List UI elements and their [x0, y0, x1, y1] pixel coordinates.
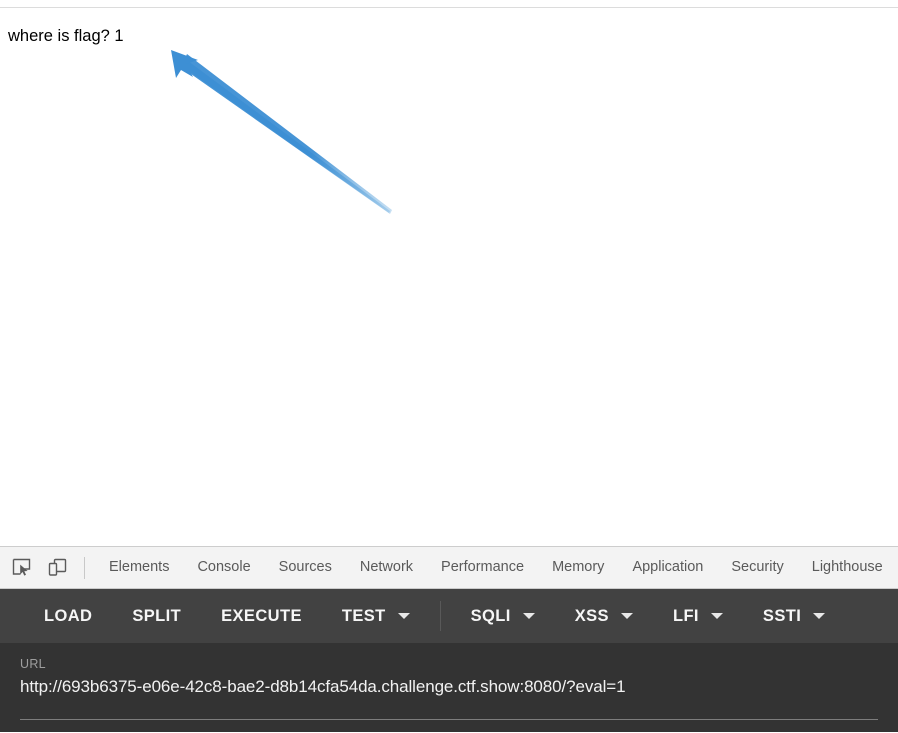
devtools-tab-bar: Elements Console Sources Network Perform… — [0, 546, 898, 589]
device-toolbar-icon[interactable] — [42, 553, 72, 583]
chevron-down-icon — [710, 613, 723, 619]
url-panel: URL http://693b6375-e06e-42c8-bae2-d8b14… — [0, 643, 898, 732]
tab-network[interactable]: Network — [346, 547, 427, 588]
split-button[interactable]: SPLIT — [112, 597, 201, 635]
test-button-label: TEST — [341, 606, 386, 625]
browser-window: where is flag? 1 Elements Console Source… — [0, 0, 898, 733]
url-field-label: URL — [20, 657, 46, 671]
chevron-down-icon — [813, 613, 826, 619]
xss-dropdown-button[interactable]: XSS — [555, 597, 653, 635]
action-toolbar: LOAD SPLIT EXECUTE TEST SQLI XSS LFI SST… — [0, 589, 898, 643]
lfi-button-label: LFI — [672, 606, 699, 625]
action-toolbar-divider — [439, 601, 441, 631]
split-button-label: SPLIT — [132, 606, 182, 625]
ssti-dropdown-button[interactable]: SSTI — [743, 597, 845, 635]
load-button-label: LOAD — [44, 606, 93, 625]
page-body-text: where is flag? 1 — [8, 27, 124, 45]
tab-elements[interactable]: Elements — [95, 547, 183, 588]
tab-sources[interactable]: Sources — [265, 547, 346, 588]
page-viewport[interactable]: where is flag? 1 — [0, 8, 898, 546]
chevron-down-icon — [620, 613, 633, 619]
chevron-down-icon — [397, 613, 410, 619]
browser-chrome-edge — [0, 0, 898, 8]
ssti-button-label: SSTI — [762, 606, 802, 625]
execute-button[interactable]: EXECUTE — [201, 597, 322, 635]
test-dropdown-button[interactable]: TEST — [322, 597, 430, 635]
chevron-down-icon — [522, 613, 535, 619]
url-input[interactable]: http://693b6375-e06e-42c8-bae2-d8b14cfa5… — [20, 677, 878, 697]
inspect-element-icon[interactable] — [6, 553, 36, 583]
tab-memory[interactable]: Memory — [538, 547, 618, 588]
tab-console[interactable]: Console — [183, 547, 264, 588]
toolbar-divider — [84, 556, 85, 579]
sqli-dropdown-button[interactable]: SQLI — [451, 597, 555, 635]
sqli-button-label: SQLI — [470, 606, 511, 625]
tab-security[interactable]: Security — [717, 547, 797, 588]
tab-lighthouse[interactable]: Lighthouse — [798, 547, 897, 588]
xss-button-label: XSS — [574, 606, 609, 625]
execute-button-label: EXECUTE — [221, 606, 302, 625]
url-input-underline — [20, 719, 878, 720]
tab-performance[interactable]: Performance — [427, 547, 538, 588]
tab-application[interactable]: Application — [618, 547, 717, 588]
lfi-dropdown-button[interactable]: LFI — [653, 597, 743, 635]
load-button[interactable]: LOAD — [24, 597, 112, 635]
